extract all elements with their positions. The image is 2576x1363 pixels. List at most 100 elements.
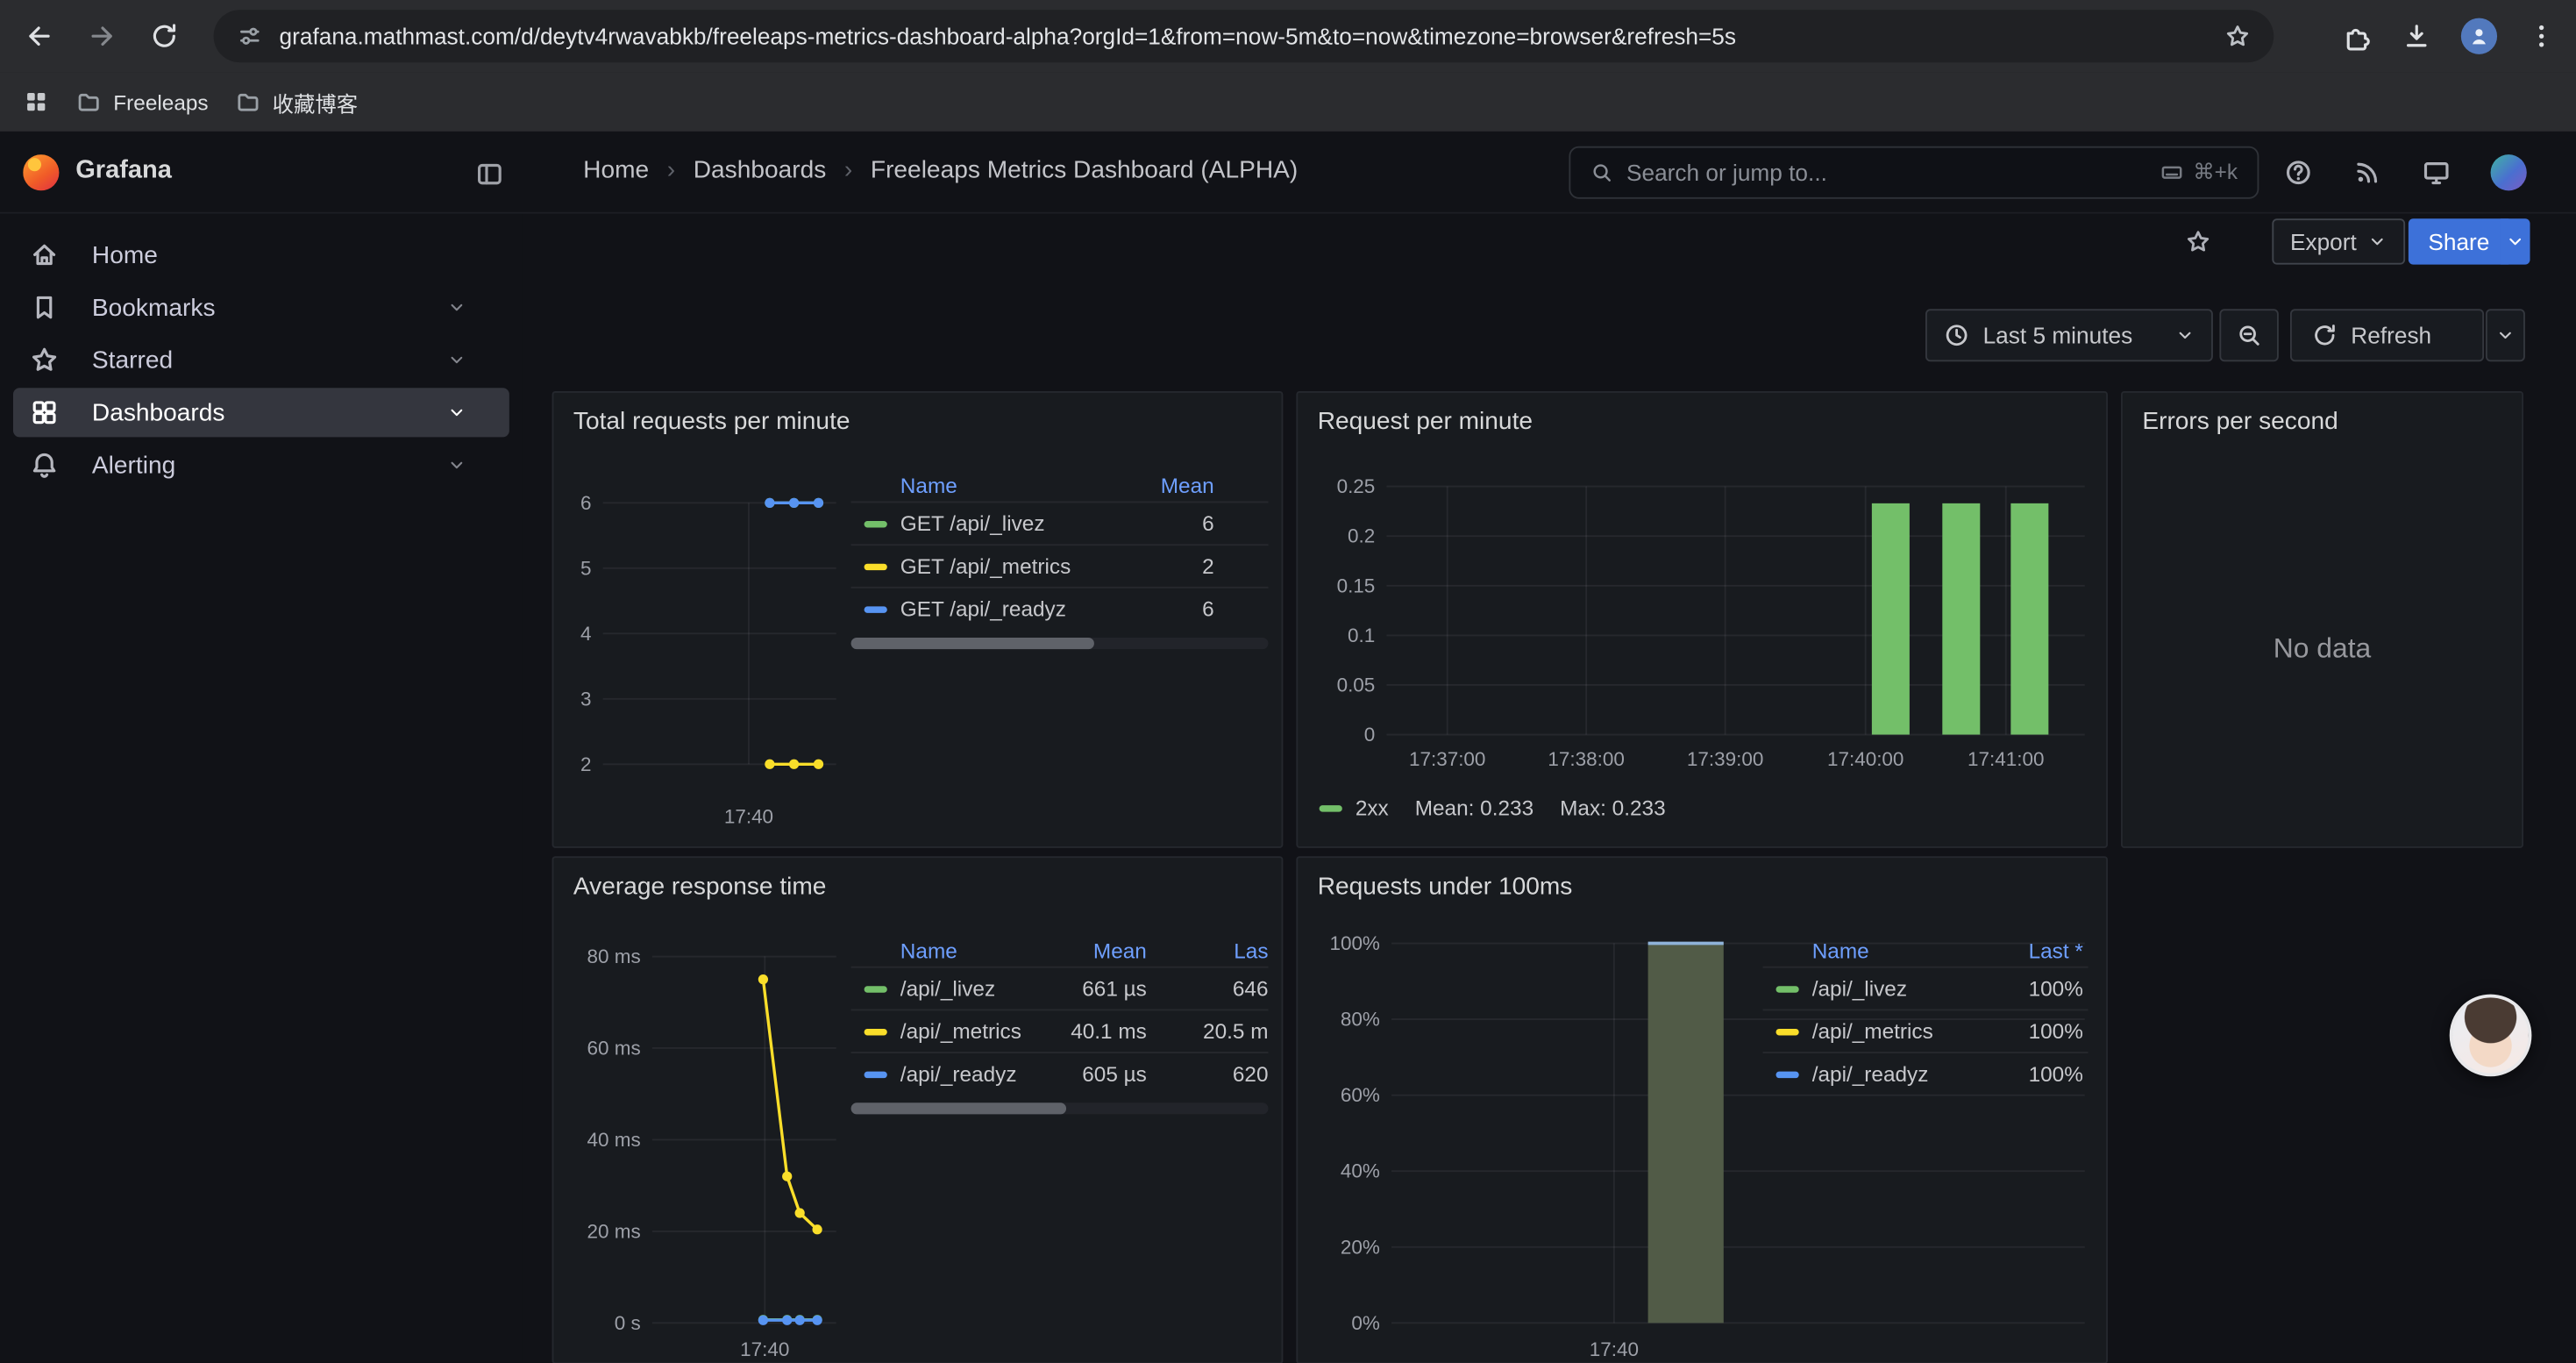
search-shortcut: ⌘+k (2160, 160, 2238, 186)
breadcrumb-dashboards[interactable]: Dashboards (694, 156, 827, 184)
back-icon[interactable] (25, 21, 54, 51)
timeseries-chart[interactable]: 80 ms60 ms40 ms20 ms0 s17:40 (587, 922, 843, 1363)
legend-row[interactable]: GET /api/_readyz6 (851, 587, 1269, 630)
svg-text:17:39:00: 17:39:00 (1687, 748, 1763, 770)
export-button[interactable]: Export (2272, 218, 2406, 264)
panel-total-requests: Total requests per minute 6543217:40 Nam… (552, 391, 1284, 848)
browser-menu-icon[interactable] (2527, 21, 2557, 51)
site-info-icon[interactable] (237, 23, 263, 49)
refresh-icon (2311, 322, 2338, 348)
svg-text:80 ms: 80 ms (587, 946, 641, 967)
legend-header[interactable]: NameMeanLas (851, 933, 1269, 966)
share-menu-button[interactable] (2501, 218, 2530, 264)
legend-scrollbar[interactable] (851, 1103, 1269, 1114)
downloads-icon[interactable] (2402, 21, 2431, 51)
time-range-label: Last 5 minutes (1983, 322, 2162, 348)
legend-header[interactable]: NameLast * (1763, 933, 2089, 966)
time-range-picker[interactable]: Last 5 minutes (1925, 309, 2213, 361)
sidebar-item-home[interactable]: Home (13, 230, 509, 279)
chevron-down-icon[interactable] (447, 297, 466, 317)
svg-text:40 ms: 40 ms (587, 1129, 641, 1151)
svg-text:40%: 40% (1341, 1160, 1380, 1182)
favorite-dashboard-star-icon[interactable] (2185, 228, 2211, 254)
chevron-down-icon[interactable] (447, 403, 466, 422)
clock-icon (1944, 322, 1970, 348)
legend-row[interactable]: /api/_readyz100% (1763, 1052, 2089, 1095)
url-text: grafana.mathmast.com/d/deytv4rwavabkb/fr… (280, 23, 2209, 49)
apps-grid-icon[interactable] (23, 89, 49, 115)
svg-text:0.25: 0.25 (1337, 475, 1376, 497)
sidebar-item-label: Home (92, 241, 158, 269)
bar-chart[interactable]: 0.250.20.150.10.05017:37:0017:38:0017:39… (1316, 475, 2091, 782)
legend-scrollbar[interactable] (851, 638, 1269, 649)
header-icons (2283, 132, 2526, 214)
timeseries-chart[interactable]: 6543217:40 (564, 478, 843, 839)
legend-header[interactable]: NameMean (851, 468, 1269, 501)
sidebar-item-label: Bookmarks (92, 293, 216, 321)
svg-text:4: 4 (580, 623, 592, 645)
bookmark-folder-blogs[interactable]: 收藏博客 (235, 86, 359, 118)
refresh-interval-button[interactable] (2486, 309, 2525, 361)
svg-text:0.2: 0.2 (1348, 525, 1375, 547)
bell-icon (30, 450, 60, 480)
refresh-button[interactable]: Refresh (2290, 309, 2484, 361)
forward-icon[interactable] (87, 21, 117, 51)
svg-text:6: 6 (580, 492, 592, 514)
chart-svg: 80 ms60 ms40 ms20 ms0 s17:40 (587, 922, 843, 1363)
legend-swatch (1320, 804, 1342, 810)
panel-title[interactable]: Average response time (573, 873, 827, 901)
sidebar-item-dashboards[interactable]: Dashboards (13, 388, 509, 437)
url-bar[interactable]: grafana.mathmast.com/d/deytv4rwavabkb/fr… (214, 10, 2274, 62)
bookmark-folder-freeleaps[interactable]: Freeleaps (75, 89, 208, 115)
bookmark-star-icon[interactable] (2224, 23, 2251, 49)
legend-row[interactable]: /api/_metrics40.1 ms20.5 m (851, 1009, 1269, 1052)
legend-table: NameMeanGET /api/_livez6GET /api/_metric… (851, 468, 1269, 630)
legend-row[interactable]: GET /api/_metrics2 (851, 544, 1269, 587)
svg-text:17:40: 17:40 (724, 806, 773, 828)
panel-title[interactable]: Total requests per minute (573, 408, 850, 436)
scrollbar-thumb[interactable] (851, 1103, 1066, 1114)
svg-text:60 ms: 60 ms (587, 1037, 641, 1059)
legend-series-label: 2xx (1356, 796, 1389, 820)
chart-legend[interactable]: 2xx Mean: 0.233 Max: 0.233 (1320, 796, 1666, 820)
panel-title[interactable]: Errors per second (2142, 408, 2338, 436)
dock-sidebar-icon[interactable] (475, 160, 505, 189)
sidebar-item-alerting[interactable]: Alerting (13, 440, 509, 489)
legend-row[interactable]: /api/_livez100% (1763, 967, 2089, 1010)
sidebar-item-bookmarks[interactable]: Bookmarks (13, 282, 509, 332)
kiosk-monitor-icon[interactable] (2422, 158, 2451, 188)
chevron-right-icon: › (844, 156, 852, 184)
svg-text:5: 5 (580, 557, 592, 579)
help-icon[interactable] (2283, 158, 2313, 188)
grafana-header: Grafana Home › Dashboards › Freeleaps Me… (0, 132, 2576, 214)
panel-title[interactable]: Request per minute (1318, 408, 1533, 436)
zoom-out-button[interactable] (2219, 309, 2278, 361)
legend-row[interactable]: /api/_readyz605 µs620 (851, 1052, 1269, 1095)
chevron-down-icon[interactable] (447, 350, 466, 369)
grafana-logo[interactable] (23, 154, 59, 190)
news-rss-icon[interactable] (2352, 158, 2382, 188)
chevron-down-icon[interactable] (447, 455, 466, 475)
sidebar-item-label: Alerting (92, 451, 175, 479)
legend-row[interactable]: /api/_metrics100% (1763, 1009, 2089, 1052)
search-input[interactable]: Search or jump to... ⌘+k (1569, 146, 2259, 199)
svg-text:0.05: 0.05 (1337, 674, 1376, 696)
chevron-down-icon (2368, 232, 2387, 251)
user-avatar[interactable] (2491, 154, 2527, 190)
breadcrumb-home[interactable]: Home (583, 156, 649, 184)
floating-avatar[interactable] (2450, 995, 2532, 1077)
share-button[interactable]: Share (2409, 218, 2509, 264)
legend-row[interactable]: GET /api/_livez6 (851, 501, 1269, 544)
scrollbar-thumb[interactable] (851, 638, 1094, 649)
keyboard-icon (2160, 161, 2183, 184)
breadcrumb-current: Freeleaps Metrics Dashboard (ALPHA) (871, 156, 1298, 184)
panel-title[interactable]: Requests under 100ms (1318, 873, 1573, 901)
extensions-icon[interactable] (2343, 21, 2373, 51)
legend-row[interactable]: /api/_livez661 µs646 (851, 967, 1269, 1010)
svg-text:20 ms: 20 ms (587, 1220, 641, 1242)
browser-profile-avatar[interactable] (2461, 18, 2497, 54)
bookmarks-bar: Freeleaps 收藏博客 (0, 72, 2576, 131)
reload-icon[interactable] (150, 21, 180, 51)
bookmark-label: Freeleaps (113, 89, 208, 114)
sidebar-item-starred[interactable]: Starred (13, 335, 509, 384)
